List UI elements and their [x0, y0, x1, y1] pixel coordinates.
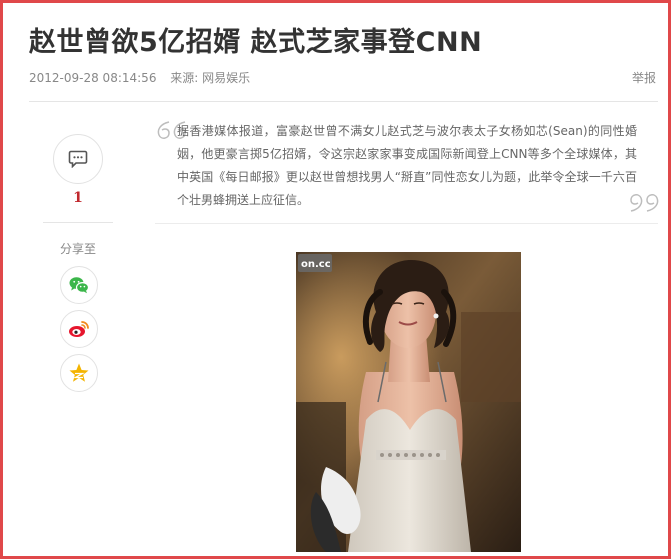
weibo-icon [69, 321, 89, 337]
article-title: 赵世曾欲5亿招婿 赵式芝家事登CNN [29, 27, 483, 58]
report-link[interactable]: 举报 [632, 69, 656, 86]
share-wechat-button[interactable] [60, 266, 98, 304]
share-qzone-button[interactable] [60, 354, 98, 392]
header-divider [29, 101, 658, 102]
photo-watermark: on.cc [301, 259, 331, 270]
qzone-star-icon [69, 363, 89, 382]
source-label: 来源: [170, 71, 199, 85]
share-weibo-button[interactable] [60, 310, 98, 348]
close-quote-icon [630, 194, 659, 212]
comment-count[interactable]: 1 [43, 190, 113, 206]
article-photo[interactable]: on.cc [296, 252, 521, 552]
publish-datetime: 2012-09-28 08:14:56 [29, 71, 157, 85]
comment-button[interactable] [53, 134, 103, 184]
share-label: 分享至 [59, 242, 96, 256]
article-photo-image: on.cc [296, 252, 521, 552]
comment-bubble-icon [68, 150, 88, 168]
sidebar-divider [43, 222, 113, 223]
article-meta: 2012-09-28 08:14:56 来源: 网易娱乐 [29, 69, 250, 86]
wechat-icon [69, 277, 90, 294]
source-name[interactable]: 网易娱乐 [202, 71, 250, 85]
article-frame: 赵世曾欲5亿招婿 赵式芝家事登CNN 2012-09-28 08:14:56 来… [0, 0, 671, 559]
article-summary: 据香港媒体报道，富豪赵世曾不满女儿赵式芝与波尔表太子女杨如芯(Sean)的同性婚… [177, 124, 637, 207]
summary-divider [155, 223, 658, 224]
